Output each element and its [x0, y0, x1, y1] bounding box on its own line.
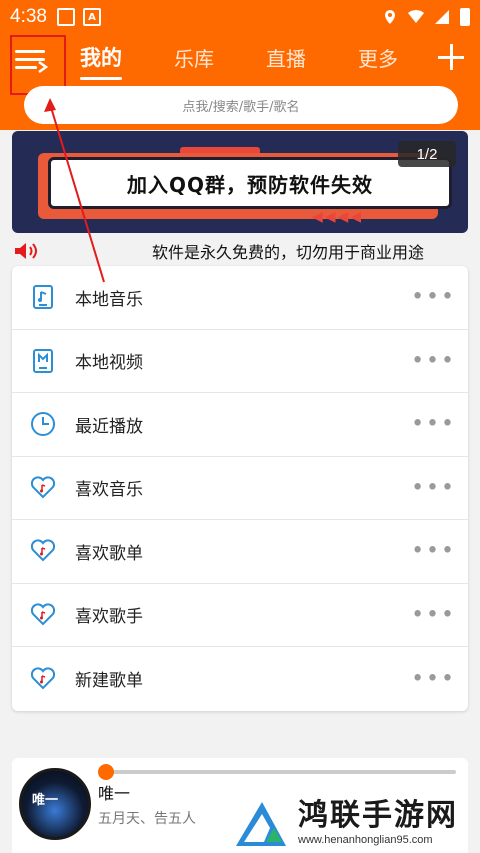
- music-file-icon: [33, 285, 53, 310]
- status-bar: 4:38 A: [0, 0, 480, 34]
- list-item-recent-play[interactable]: 最近播放 •••: [12, 393, 468, 457]
- heart-music-icon: [30, 539, 56, 562]
- more-options-icon[interactable]: •••: [411, 348, 456, 373]
- album-art[interactable]: 唯一: [19, 768, 91, 840]
- banner-card: 加入QQ群，预防软件失效: [38, 153, 452, 219]
- list-item-label: 最近播放: [75, 416, 143, 437]
- list-item-label: 喜欢歌手: [75, 607, 143, 628]
- list-item-label: 喜欢音乐: [75, 480, 143, 501]
- notification-a-icon: A: [82, 8, 101, 26]
- more-options-icon[interactable]: •••: [411, 602, 456, 627]
- search-bar[interactable]: 点我/搜索/歌手/歌名: [24, 86, 458, 124]
- song-artist: 五月天、告五人: [98, 811, 196, 827]
- more-options-icon[interactable]: •••: [411, 412, 456, 437]
- battery-icon: [460, 8, 470, 26]
- list-item-local-video[interactable]: 本地视频 •••: [12, 330, 468, 393]
- album-art-text: 唯一: [32, 793, 59, 808]
- tab-live[interactable]: 直播: [266, 43, 306, 72]
- main-tabs: 我的 乐库 直播 更多: [80, 42, 450, 80]
- list-item-liked-singers[interactable]: 喜欢歌手 •••: [12, 584, 468, 647]
- my-menu-list: 本地音乐 ••• 本地视频 ••• 最近播放 ••• 喜欢音乐 ••• 喜欢歌单…: [12, 266, 468, 711]
- tab-library[interactable]: 乐库: [174, 43, 214, 72]
- add-button[interactable]: [438, 44, 464, 70]
- notice-bar: 软件是永久免费的，切勿用于商业用途: [12, 238, 468, 264]
- more-options-icon[interactable]: •••: [411, 539, 456, 564]
- clock-icon: [31, 412, 55, 437]
- notification-square-icon: [56, 8, 75, 26]
- heart-music-icon: [30, 476, 56, 499]
- signal-icon: [435, 10, 449, 24]
- more-options-icon[interactable]: •••: [411, 475, 456, 500]
- heart-music-icon: [30, 667, 56, 690]
- location-icon: [385, 10, 395, 24]
- tab-mine[interactable]: 我的: [80, 42, 122, 80]
- status-time: 4:38: [10, 6, 47, 27]
- banner-arrows-decoration: ◀◀◀◀: [312, 209, 364, 225]
- heart-music-icon: [30, 603, 56, 626]
- progress-handle[interactable]: [98, 764, 114, 780]
- speaker-icon: [15, 243, 37, 259]
- list-item-new-playlist[interactable]: 新建歌单 •••: [12, 647, 468, 711]
- list-item-local-music[interactable]: 本地音乐 •••: [12, 266, 468, 330]
- watermark: 鸿联手游网 www.henanhonglian95.com: [228, 790, 480, 853]
- list-item-label: 本地音乐: [75, 289, 143, 310]
- wifi-icon: [408, 9, 424, 23]
- banner-text: 加入QQ群，预防软件失效: [48, 157, 452, 209]
- list-item-liked-music[interactable]: 喜欢音乐 •••: [12, 457, 468, 520]
- tab-more[interactable]: 更多: [358, 43, 398, 72]
- banner-page-indicator: 1/2: [398, 141, 456, 167]
- list-item-liked-playlists[interactable]: 喜欢歌单 •••: [12, 520, 468, 584]
- promo-banner[interactable]: 加入QQ群，预防软件失效 ◀◀◀◀ 1/2: [12, 131, 468, 233]
- progress-track[interactable]: [102, 770, 456, 774]
- list-item-label: 新建歌单: [75, 671, 143, 692]
- watermark-logo-icon: [236, 802, 286, 846]
- song-title: 唯一: [98, 784, 131, 803]
- top-header: 我的 乐库 直播 更多 点我/搜索/歌手/歌名: [0, 34, 480, 130]
- more-options-icon[interactable]: •••: [411, 285, 456, 310]
- watermark-url: www.henanhonglian95.com: [298, 834, 433, 846]
- notice-text: 软件是永久免费的，切勿用于商业用途: [152, 243, 425, 262]
- watermark-title: 鸿联手游网: [298, 798, 458, 833]
- more-options-icon[interactable]: •••: [411, 666, 456, 691]
- list-item-label: 本地视频: [75, 353, 143, 374]
- list-item-label: 喜欢歌单: [75, 543, 143, 564]
- video-file-icon: [33, 348, 53, 373]
